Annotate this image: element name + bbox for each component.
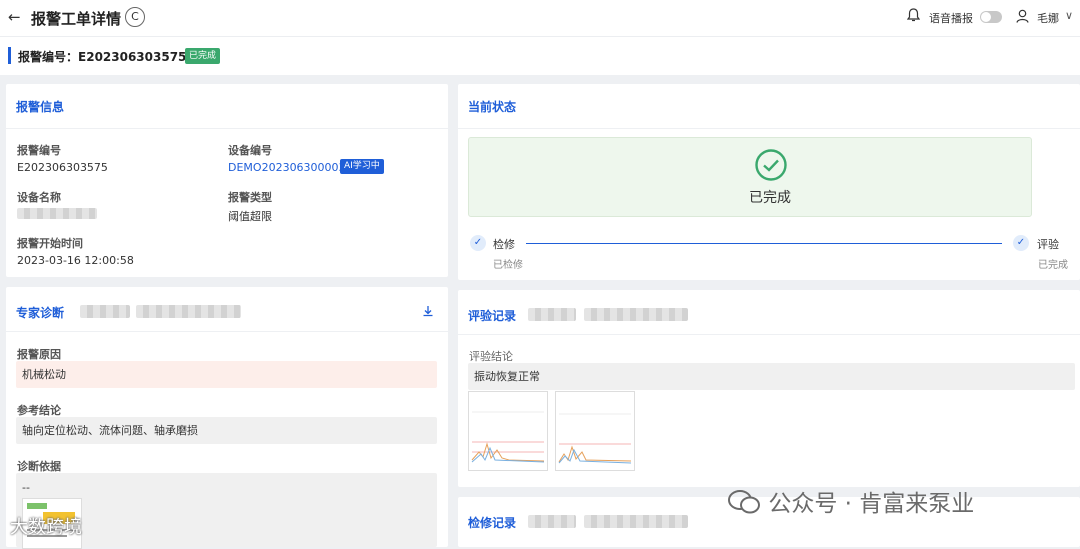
alarm-no-label: 报警编号	[17, 144, 61, 157]
check-icon: ✓	[470, 235, 486, 251]
watermark-secondary: 大数跨境	[10, 517, 82, 538]
redacted-text	[80, 305, 130, 318]
evaluation-record-card: 评验记录 评验结论 振动恢复正常	[458, 290, 1080, 487]
user-icon[interactable]	[1016, 9, 1029, 23]
arrow-left-icon[interactable]: ←	[8, 8, 21, 26]
bell-icon[interactable]	[907, 8, 920, 23]
download-icon[interactable]	[422, 305, 434, 317]
watermark: 公众号 · 肯富来泵业	[727, 484, 974, 518]
order-bar: 报警编号：E202306303575 已完成	[0, 36, 1080, 75]
step-sub: 已完成	[1038, 260, 1068, 271]
start-time-label: 报警开始时间	[17, 237, 83, 250]
step-label: 检修	[493, 238, 515, 251]
accent-bar	[8, 47, 11, 64]
card-title: 报警信息	[16, 100, 65, 114]
card-title: 检修记录	[468, 516, 517, 530]
card-title: 当前状态	[468, 100, 517, 114]
voice-broadcast-toggle[interactable]	[980, 11, 1002, 23]
conclusion-label: 参考结论	[17, 404, 61, 417]
alarm-no-value: E202306303575	[17, 161, 108, 174]
basis-label: 诊断依据	[17, 460, 61, 473]
status-text: 已完成	[749, 190, 791, 206]
alarm-type-value: 阈值超限	[228, 210, 272, 223]
chevron-down-icon[interactable]: ∨	[1065, 9, 1073, 22]
device-no-link[interactable]: DEMO202306300003	[228, 161, 346, 174]
card-title: 评验记录	[468, 309, 517, 323]
eval-conclusion-label: 评验结论	[469, 350, 513, 363]
check-icon: ✓	[1013, 235, 1029, 251]
step-label: 评验	[1037, 238, 1059, 251]
voice-broadcast-label: 语音播报	[929, 12, 973, 25]
redacted-text	[136, 305, 241, 318]
ai-learning-badge: AI学习中	[340, 159, 384, 174]
conclusion-field: 轴向定位松动、流体问题、轴承磨损	[16, 417, 437, 444]
device-name-label: 设备名称	[17, 191, 61, 204]
refresh-icon[interactable]: C	[125, 7, 145, 27]
user-name[interactable]: 毛娜	[1037, 10, 1059, 26]
device-name-redacted	[17, 208, 97, 219]
basis-value: --	[22, 481, 30, 494]
reason-field: 机械松动	[16, 361, 437, 388]
redacted-text	[528, 308, 576, 321]
step-sub: 已检修	[493, 260, 523, 271]
step-connector	[526, 243, 1002, 244]
expert-diagnosis-card: 专家诊断 报警原因 机械松动 参考结论 轴向定位松动、流体问题、轴承磨损 诊断依…	[6, 287, 448, 549]
card-title: 专家诊断	[16, 306, 65, 320]
start-time-value: 2023-03-16 12:00:58	[17, 254, 134, 267]
reason-label: 报警原因	[17, 348, 61, 361]
order-number: 报警编号：E202306303575	[18, 50, 187, 64]
alarm-type-label: 报警类型	[228, 191, 272, 204]
chart-thumbnail[interactable]	[468, 391, 548, 471]
chart-thumbnail[interactable]	[555, 391, 635, 471]
redacted-text	[584, 308, 688, 321]
alarm-info-card: 报警信息 报警编号 E202306303575 设备编号 DEMO2023063…	[6, 84, 448, 277]
status-box: 已完成	[468, 137, 1032, 217]
check-circle-icon	[755, 149, 787, 181]
current-status-card: 当前状态 已完成 ✓ 检修 已检修 ✓ 评验 已完成	[458, 84, 1080, 280]
wechat-icon	[728, 490, 760, 514]
top-bar: ← 报警工单详情 C 语音播报 毛娜 ∨	[0, 0, 1080, 36]
redacted-text	[584, 515, 688, 528]
redacted-text	[528, 515, 576, 528]
page-title: 报警工单详情	[31, 10, 122, 28]
status-badge: 已完成	[185, 48, 221, 64]
eval-conclusion-field: 振动恢复正常	[468, 363, 1075, 390]
device-no-label: 设备编号	[228, 144, 272, 157]
